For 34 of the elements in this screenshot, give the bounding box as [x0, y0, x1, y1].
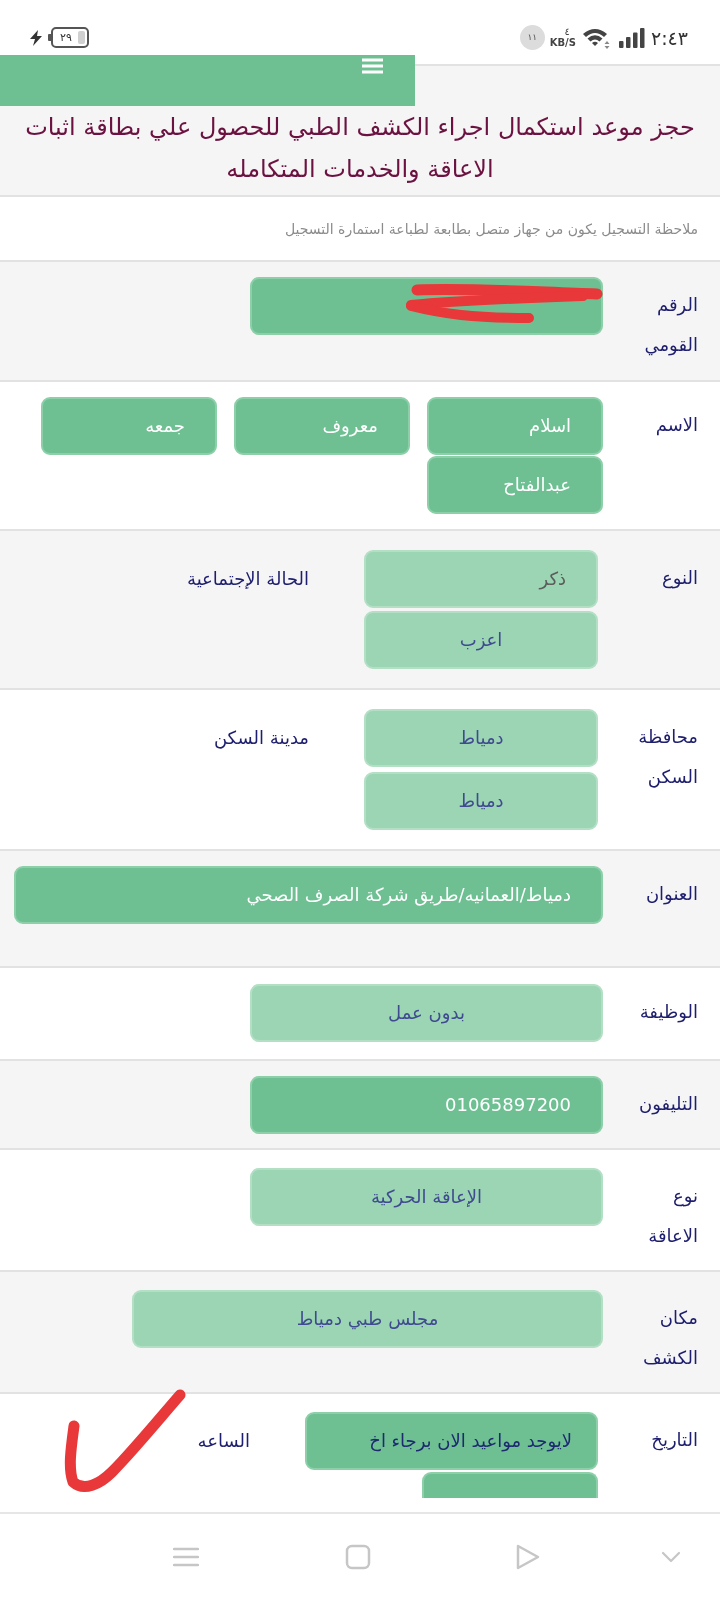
- page-title: حجز موعد استكمال اجراء الكشف الطبي للحصول علي بطاقة اثبات الاعاقة والخدمات المتكامله: [24, 112, 696, 185]
- field-label: التاريخ: [650, 1428, 698, 1453]
- date-select[interactable]: لايوجد مواعيد الان برجاء اخ: [305, 1412, 598, 1470]
- home-square-icon[interactable]: [345, 1544, 371, 1570]
- field-label: مدينة السكن: [213, 726, 310, 751]
- select-field[interactable]: مجلس طبي دمياط: [132, 1290, 603, 1348]
- battery-indicator: ٢٩: [48, 27, 89, 48]
- signal-icon: [618, 27, 645, 48]
- field-label: الاسم: [654, 413, 698, 438]
- field-label: الحالة الإجتماعية: [187, 567, 310, 591]
- select-field[interactable]: بدون عمل: [250, 984, 603, 1042]
- field-label: الوظيفة: [638, 1000, 698, 1025]
- notification-count-badge: ١١: [519, 25, 545, 50]
- field-label: العنوان: [644, 882, 698, 907]
- select-field[interactable]: الإعاقة الحركية: [250, 1168, 603, 1226]
- field-label: نوع الاعاقة: [647, 1184, 698, 1248]
- field-label: مكان الكشف: [641, 1306, 698, 1370]
- menu-icon[interactable]: [173, 1547, 199, 1567]
- field-label: النوع: [661, 566, 698, 591]
- field-label: محافظة السكن: [637, 725, 698, 790]
- clock-time: ٢:٤٣: [650, 26, 688, 49]
- field-label: الرقم القومي: [643, 293, 698, 358]
- select-field[interactable]: دمياط: [364, 772, 598, 830]
- select-field[interactable]: اعزب: [364, 611, 598, 669]
- select-field[interactable]: دمياط: [364, 709, 598, 767]
- time-select[interactable]: [422, 1472, 598, 1498]
- readonly-field[interactable]: ذكر: [364, 550, 598, 608]
- field-label: الساعه: [197, 1429, 251, 1453]
- wifi-icon: [581, 26, 612, 49]
- network-speed-value: ٤: [564, 26, 571, 37]
- back-triangle-icon[interactable]: [515, 1543, 541, 1571]
- network-speed-unit: KB/S: [549, 36, 576, 49]
- field-label: التليفون: [638, 1092, 698, 1117]
- chevron-down-icon[interactable]: [661, 1551, 681, 1563]
